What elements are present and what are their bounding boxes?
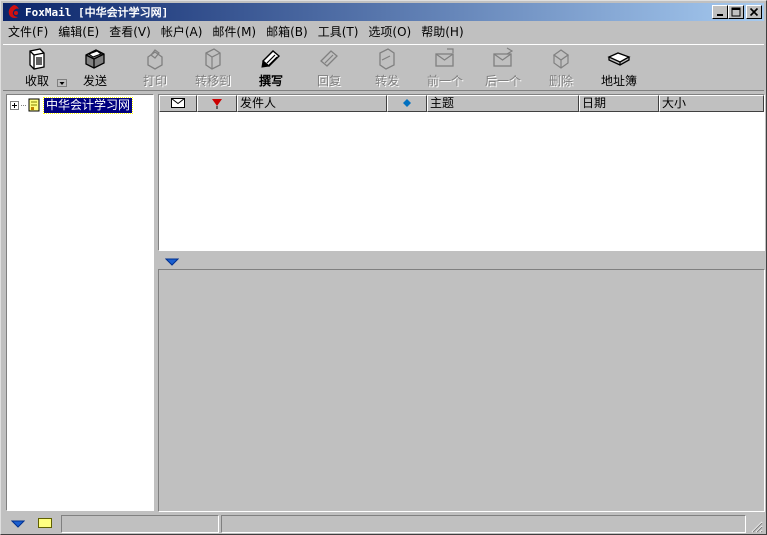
title-bar[interactable]: FoxMail [中华会计学习网] [3, 3, 764, 21]
window-controls [712, 5, 762, 19]
minimize-icon [717, 14, 723, 16]
address-book-icon [607, 52, 631, 66]
message-list[interactable]: 发件人 主题 日期 大小 [158, 94, 765, 251]
close-icon [749, 7, 759, 17]
window-title: FoxMail [中华会计学习网] [25, 6, 169, 19]
send-label: 发送 [82, 74, 107, 88]
forward-button[interactable]: 转发 [367, 47, 407, 89]
close-button[interactable] [746, 5, 762, 19]
tree-expand-plus-icon[interactable] [10, 100, 19, 110]
compose-button[interactable]: 撰写 [251, 47, 291, 89]
tree-node-root[interactable]: 中华会计学习网 [10, 96, 134, 114]
folder-tree[interactable]: 中华会计学习网 [6, 94, 154, 511]
message-list-header: 发件人 主题 日期 大小 [159, 95, 764, 112]
previous-label: 前一个 [426, 74, 463, 88]
col-priority[interactable] [387, 95, 427, 112]
menu-help[interactable]: 帮助(H) [416, 23, 468, 41]
maximize-icon [731, 7, 741, 17]
menu-edit[interactable]: 编辑(E) [53, 23, 104, 41]
main-toolbar: 收取 发送 打印 转移到 撰写 回复 转发 前一个 后一个 删除 地址簿 [3, 44, 764, 91]
compose-pen-icon [261, 50, 281, 68]
next-button[interactable]: 后一个 [481, 47, 525, 89]
delete-button[interactable]: 删除 [541, 47, 581, 89]
tree-root-label[interactable]: 中华会计学习网 [42, 96, 134, 114]
foxmail-logo-icon [8, 5, 19, 18]
forward-label: 转发 [374, 74, 399, 88]
status-panel-1 [61, 515, 219, 533]
menu-options[interactable]: 选项(O) [363, 23, 416, 41]
tree-connector-line [21, 104, 26, 106]
next-label: 后一个 [484, 74, 521, 88]
receive-button[interactable]: 收取 [17, 47, 57, 89]
address-book-button[interactable]: 地址簿 [595, 47, 643, 89]
col-read-status[interactable] [159, 95, 197, 112]
col-date[interactable]: 日期 [579, 95, 659, 112]
menu-account[interactable]: 帐户(A) [156, 23, 208, 41]
col-subject[interactable]: 主题 [427, 95, 579, 112]
previous-button[interactable]: 前一个 [423, 47, 467, 89]
forward-icon [379, 48, 395, 70]
reply-button[interactable]: 回复 [309, 47, 349, 89]
status-arrow-icon[interactable] [11, 520, 25, 528]
account-folder-icon [28, 98, 40, 112]
red-flag-icon [212, 99, 222, 109]
menu-bar: 文件(F) 编辑(E) 查看(V) 帐户(A) 邮件(M) 邮箱(B) 工具(T… [3, 22, 764, 42]
reply-label: 回复 [316, 74, 341, 88]
menu-mail[interactable]: 邮件(M) [207, 23, 261, 41]
col-from[interactable]: 发件人 [237, 95, 387, 112]
preview-toggle-arrow-icon[interactable] [165, 258, 179, 266]
print-icon [147, 49, 163, 70]
reply-icon [320, 50, 338, 67]
menu-file[interactable]: 文件(F) [3, 23, 53, 41]
col-size[interactable]: 大小 [659, 95, 764, 112]
previous-message-icon [435, 48, 454, 67]
print-button[interactable]: 打印 [135, 47, 175, 89]
print-label: 打印 [142, 74, 167, 88]
move-to-button[interactable]: 转移到 [191, 47, 235, 89]
resize-grip-icon[interactable] [749, 519, 763, 533]
receive-mail-icon [29, 48, 45, 70]
status-bar [3, 514, 764, 534]
maximize-button[interactable] [728, 5, 744, 19]
priority-diamond-icon [403, 99, 411, 107]
compose-label: 撰写 [258, 74, 283, 88]
message-preview-pane[interactable] [158, 269, 765, 512]
preview-splitter[interactable] [158, 253, 765, 269]
delete-icon [552, 49, 570, 69]
menu-view[interactable]: 查看(V) [104, 23, 156, 41]
envelope-icon [171, 98, 185, 108]
send-button[interactable]: 发送 [75, 47, 115, 89]
next-message-icon [493, 47, 514, 67]
receive-dropdown-arrow-icon[interactable] [57, 79, 67, 87]
delete-label: 删除 [548, 74, 573, 88]
foxmail-window: FoxMail [中华会计学习网] 文件(F) 编辑(E) 查看(V) 帐户(A… [0, 0, 767, 535]
menu-mailbox[interactable]: 邮箱(B) [261, 23, 313, 41]
address-book-label: 地址簿 [600, 74, 637, 88]
send-mail-icon [85, 49, 105, 69]
minimize-button[interactable] [712, 5, 728, 19]
col-flag[interactable] [197, 95, 237, 112]
status-folder-icon[interactable] [38, 518, 52, 528]
status-panel-2 [221, 515, 746, 533]
menu-tools[interactable]: 工具(T) [313, 23, 364, 41]
receive-label: 收取 [24, 74, 49, 88]
move-to-folder-icon [205, 48, 221, 70]
move-to-label: 转移到 [194, 74, 231, 88]
